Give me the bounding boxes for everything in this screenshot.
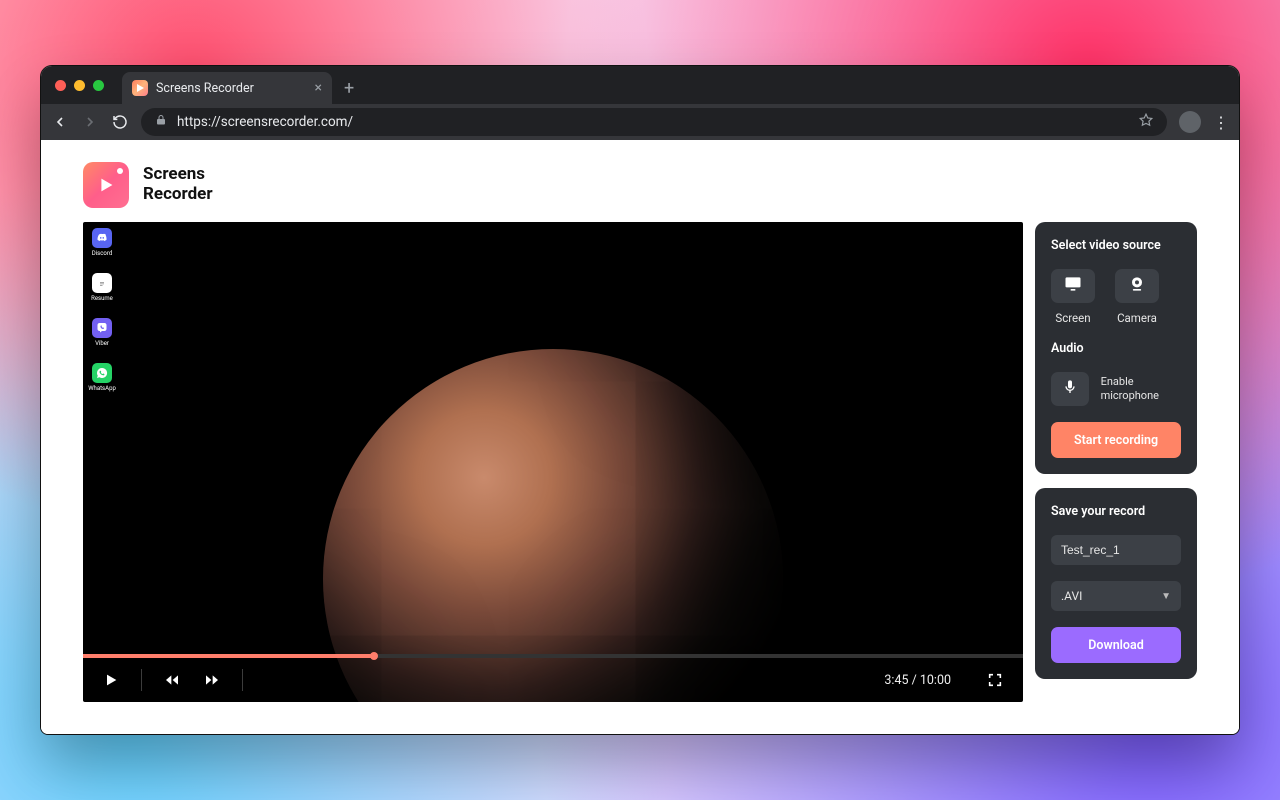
browser-window: Screens Recorder × + https://screensreco… <box>40 65 1240 735</box>
monitor-icon <box>1062 274 1084 298</box>
desktop-icon-label: Resume <box>91 295 113 302</box>
separator <box>141 669 142 691</box>
desktop-icon[interactable]: WhatsApp <box>89 363 115 392</box>
whatsapp-icon <box>92 363 112 383</box>
separator <box>242 669 243 691</box>
browser-menu-icon[interactable]: ⋮ <box>1213 113 1229 132</box>
filename-input[interactable] <box>1051 535 1181 565</box>
new-tab-button[interactable]: + <box>332 72 366 104</box>
source-panel-title: Select video source <box>1051 238 1181 253</box>
desktop-icon[interactable]: Viber <box>89 318 115 347</box>
lock-icon <box>155 114 167 130</box>
brand-line2: Recorder <box>143 185 213 205</box>
brand-title: Screens Recorder <box>143 165 213 204</box>
fast-forward-button[interactable] <box>202 670 222 690</box>
brand-header: Screens Recorder <box>83 162 1197 208</box>
microphone-label: Enable microphone <box>1101 375 1181 404</box>
viber-icon <box>92 318 112 338</box>
save-panel: Save your record .AVI ▼ Download <box>1035 488 1197 679</box>
download-button[interactable]: Download <box>1051 627 1181 663</box>
tab-title: Screens Recorder <box>156 81 254 96</box>
source-screen[interactable]: Screen <box>1051 269 1095 325</box>
desktop-icons: Discord Resume Viber WhatsApp <box>89 228 115 392</box>
tab-favicon <box>132 80 148 96</box>
desktop-icon-label: Viber <box>95 340 109 347</box>
address-bar[interactable]: https://screensrecorder.com/ <box>141 108 1167 136</box>
window-traffic-lights <box>51 66 122 104</box>
progress-track[interactable] <box>83 654 1023 658</box>
microphone-icon <box>1062 377 1078 401</box>
window-minimize-button[interactable] <box>74 80 85 91</box>
chevron-down-icon: ▼ <box>1161 591 1171 602</box>
source-screen-label: Screen <box>1055 311 1090 325</box>
desktop-icon-label: Discord <box>92 250 112 257</box>
format-select[interactable]: .AVI ▼ <box>1051 581 1181 611</box>
resume-icon <box>92 273 112 293</box>
source-camera-label: Camera <box>1117 311 1157 325</box>
webcam-icon <box>1127 274 1147 298</box>
desktop-icon[interactable]: Resume <box>89 273 115 302</box>
desktop-icon-label: WhatsApp <box>88 385 116 392</box>
video-controls: 3:45 / 10:00 <box>83 654 1023 702</box>
nav-back-button[interactable] <box>51 113 69 131</box>
browser-toolbar: https://screensrecorder.com/ ⋮ <box>41 104 1239 140</box>
format-value: .AVI <box>1061 589 1082 603</box>
progress-handle[interactable] <box>370 652 378 660</box>
url-text: https://screensrecorder.com/ <box>177 114 1129 130</box>
desktop-icon[interactable]: Discord <box>89 228 115 257</box>
save-panel-title: Save your record <box>1051 504 1181 519</box>
wallpaper-planet <box>323 349 783 702</box>
audio-head: Audio <box>1051 341 1181 356</box>
tab-close-icon[interactable]: × <box>315 80 322 96</box>
profile-avatar[interactable] <box>1179 111 1201 133</box>
browser-tab[interactable]: Screens Recorder × <box>122 72 332 104</box>
reload-button[interactable] <box>111 113 129 131</box>
bookmark-star-icon[interactable] <box>1139 113 1153 131</box>
source-panel: Select video source Screen <box>1035 222 1197 474</box>
brand-line1: Screens <box>143 165 213 185</box>
tab-strip: Screens Recorder × + <box>41 66 1239 104</box>
nav-forward-button[interactable] <box>81 113 99 131</box>
brand-logo <box>83 162 129 208</box>
fullscreen-button[interactable] <box>985 670 1005 690</box>
window-maximize-button[interactable] <box>93 80 104 91</box>
start-recording-button[interactable]: Start recording <box>1051 422 1181 458</box>
start-recording-label: Start recording <box>1074 433 1158 448</box>
rewind-button[interactable] <box>162 670 182 690</box>
time-label: 3:45 / 10:00 <box>884 673 951 688</box>
play-button[interactable] <box>101 670 121 690</box>
video-preview: Discord Resume Viber WhatsApp <box>83 222 1023 702</box>
page-content: Screens Recorder Discord Resume Viber Whats… <box>41 140 1239 734</box>
download-label: Download <box>1088 638 1144 653</box>
window-close-button[interactable] <box>55 80 66 91</box>
source-camera[interactable]: Camera <box>1115 269 1159 325</box>
discord-icon <box>92 228 112 248</box>
progress-fill <box>83 654 374 658</box>
microphone-toggle[interactable] <box>1051 372 1089 406</box>
